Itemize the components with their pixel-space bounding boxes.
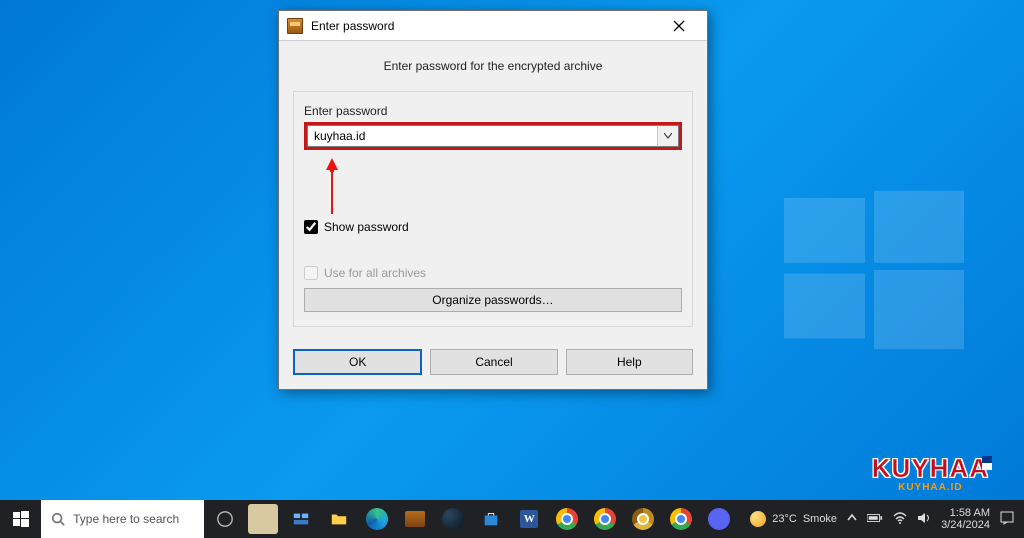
- taskbar-edge[interactable]: [358, 500, 396, 538]
- folder-icon: [330, 510, 348, 528]
- desktop: KUYHAA KUYHAA.ID Enter password Enter pa…: [0, 0, 1024, 538]
- title-bar[interactable]: Enter password: [279, 11, 707, 41]
- tray-chevron-icon[interactable]: [847, 513, 857, 526]
- weather-desc: Smoke: [803, 513, 837, 525]
- weather-temp: 23°C: [772, 513, 797, 525]
- show-password-row[interactable]: Show password: [304, 220, 682, 234]
- cortana-icon: [216, 510, 234, 528]
- clock[interactable]: 1:58 AM 3/24/2024: [941, 507, 990, 531]
- steam-icon: [442, 508, 464, 530]
- ok-button[interactable]: OK: [293, 349, 422, 375]
- close-icon: [673, 20, 685, 32]
- word-icon: W: [520, 510, 538, 528]
- search-icon: [51, 512, 65, 526]
- password-dropdown-button[interactable]: [657, 125, 679, 147]
- dialog-actions: OK Cancel Help: [279, 349, 707, 389]
- password-group: Enter password Show password: [293, 91, 693, 327]
- taskbar-chrome-3[interactable]: [662, 500, 700, 538]
- dialog-body: Enter password for the encrypted archive…: [279, 41, 707, 349]
- battery-icon: [867, 513, 883, 523]
- taskbar-items: W: [204, 500, 740, 538]
- taskbar-chrome-canary[interactable]: [624, 500, 662, 538]
- tray-date: 3/24/2024: [941, 519, 990, 531]
- taskbar-explorer[interactable]: [320, 500, 358, 538]
- taskbar-word[interactable]: W: [510, 500, 548, 538]
- store-icon: [482, 510, 500, 528]
- show-password-label: Show password: [324, 220, 409, 234]
- close-button[interactable]: [659, 12, 699, 40]
- weather-widget[interactable]: 23°C Smoke: [750, 511, 837, 527]
- taskbar-cortana[interactable]: [206, 500, 244, 538]
- task-view-icon: [292, 510, 310, 528]
- edge-icon: [366, 508, 388, 530]
- brand-watermark: KUYHAA KUYHAA.ID: [872, 453, 989, 493]
- discord-icon: [708, 508, 730, 530]
- help-button[interactable]: Help: [566, 349, 693, 375]
- weather-icon: [750, 511, 766, 527]
- tray-volume-icon[interactable]: [917, 512, 931, 527]
- chevron-down-icon: [664, 133, 672, 139]
- organize-passwords-button[interactable]: Organize passwords…: [304, 288, 682, 312]
- password-input[interactable]: [307, 125, 657, 147]
- use-all-row: Use for all archives: [304, 266, 682, 280]
- taskbar-task-view[interactable]: [282, 500, 320, 538]
- winrar-icon: [405, 511, 425, 527]
- start-button[interactable]: [0, 500, 41, 538]
- password-label: Enter password: [304, 104, 682, 118]
- notification-icon: [1000, 511, 1014, 525]
- chrome-icon: [556, 508, 578, 530]
- chrome-canary-icon: [632, 508, 654, 530]
- brand-main: KUYHAA: [872, 453, 989, 484]
- wifi-icon: [893, 512, 907, 524]
- taskbar-chrome-1[interactable]: [548, 500, 586, 538]
- show-password-checkbox[interactable]: [304, 220, 318, 234]
- cancel-button[interactable]: Cancel: [430, 349, 557, 375]
- avatar-icon: [248, 504, 278, 534]
- chrome-icon: [594, 508, 616, 530]
- search-box[interactable]: Type here to search: [41, 500, 204, 538]
- password-dialog: Enter password Enter password for the en…: [278, 10, 708, 390]
- taskbar-chrome-2[interactable]: [586, 500, 624, 538]
- chrome-icon: [670, 508, 692, 530]
- window-title: Enter password: [311, 19, 659, 33]
- taskbar-store[interactable]: [472, 500, 510, 538]
- taskbar-winrar[interactable]: [396, 500, 434, 538]
- taskbar-user-photo[interactable]: [244, 500, 282, 538]
- arrow-annotation: [324, 158, 340, 214]
- taskbar-discord[interactable]: [700, 500, 738, 538]
- windows-icon: [13, 511, 29, 527]
- dialog-headline: Enter password for the encrypted archive: [293, 59, 693, 73]
- windows-logo-wallpaper: [784, 180, 964, 365]
- winrar-icon: [287, 18, 303, 34]
- password-row: [304, 122, 682, 150]
- use-all-label: Use for all archives: [324, 266, 426, 280]
- search-placeholder: Type here to search: [73, 512, 179, 526]
- chevron-up-icon: [847, 513, 857, 523]
- tray-time: 1:58 AM: [941, 507, 990, 519]
- tray-notifications-icon[interactable]: [1000, 511, 1014, 528]
- system-tray: 23°C Smoke 1:58 AM 3/24/2024: [740, 500, 1024, 538]
- tray-battery-icon[interactable]: [867, 513, 883, 526]
- arrow-up-icon: [324, 158, 340, 172]
- taskbar: Type here to search W 23°C Smoke: [0, 500, 1024, 538]
- speaker-icon: [917, 512, 931, 524]
- tray-wifi-icon[interactable]: [893, 512, 907, 527]
- taskbar-steam[interactable]: [434, 500, 472, 538]
- use-all-checkbox: [304, 266, 318, 280]
